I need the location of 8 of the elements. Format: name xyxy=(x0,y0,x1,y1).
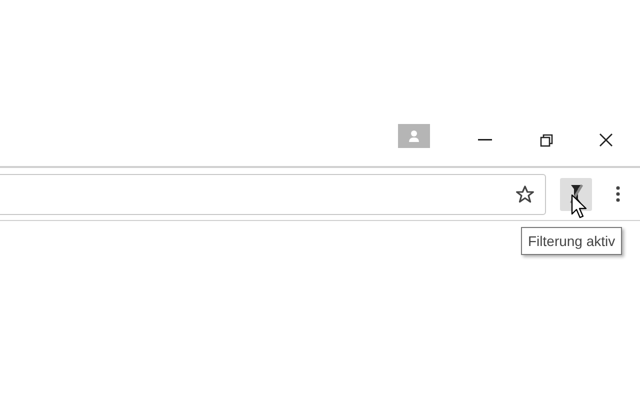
address-field[interactable] xyxy=(0,174,546,214)
person-icon xyxy=(408,130,420,142)
restore-icon xyxy=(540,134,552,146)
tooltip: Filterung aktiv xyxy=(521,227,622,255)
star-icon[interactable] xyxy=(515,184,535,204)
close-icon xyxy=(599,133,613,147)
more-icon xyxy=(616,186,620,202)
minimize-icon xyxy=(478,139,492,141)
